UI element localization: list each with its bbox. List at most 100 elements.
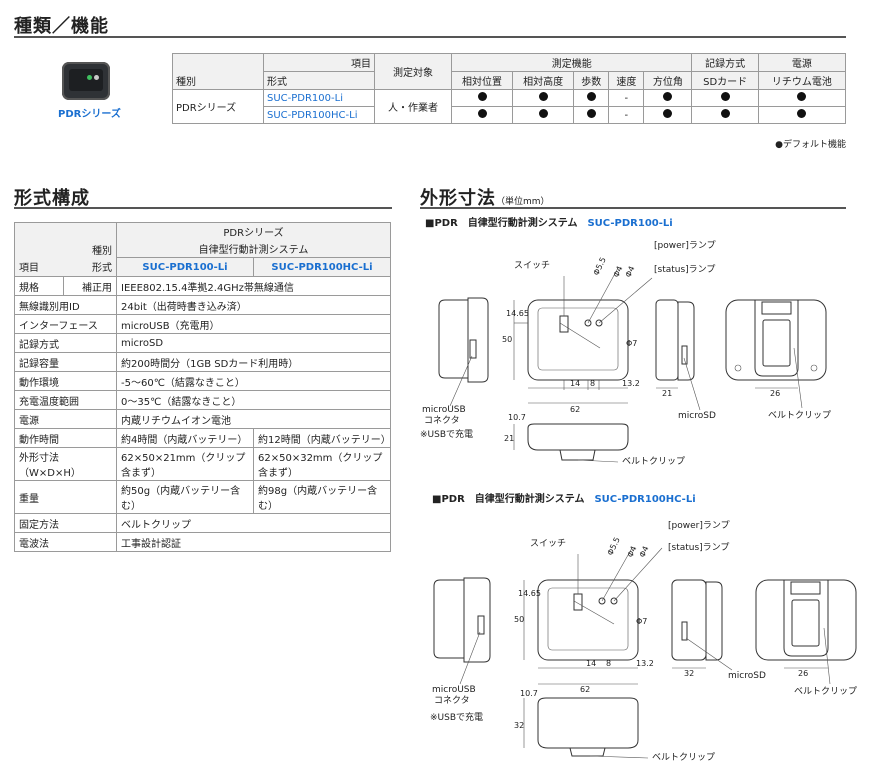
- svg-text:32: 32: [684, 669, 694, 678]
- default-dot-icon: [477, 92, 487, 101]
- row-value: 約200時間分（1GB SDカード利用時）: [116, 352, 391, 372]
- svg-text:ベルトクリップ: ベルトクリップ: [768, 410, 831, 421]
- mark-cell: [573, 106, 610, 124]
- th2-model2: SUC-PDR100HC-Li: [253, 257, 391, 277]
- svg-text:Φ4: Φ4: [612, 265, 625, 279]
- row-value: microUSB（充電用）: [116, 314, 391, 334]
- default-dot-icon: [538, 109, 548, 118]
- row-label: 外形寸法（W×D×H）: [14, 447, 117, 481]
- model-cell: SUC-PDR100HC-Li: [263, 106, 375, 124]
- svg-text:Φ5.5: Φ5.5: [592, 256, 608, 277]
- switch-label: スイッチ: [514, 260, 550, 271]
- row-label: 規格: [14, 276, 64, 296]
- svg-text:Φ7: Φ7: [636, 617, 647, 626]
- row-value: 内蔵リチウムイオン電池: [116, 409, 391, 429]
- row-value: 24bit（出荷時書き込み済）: [116, 295, 391, 315]
- bottom-view: [513, 423, 629, 461]
- power-lamp-label: [power]ランプ: [654, 240, 716, 251]
- drawing1-heading: ■PDR 自律型行動計測システム SUC-PDR100-Li: [425, 218, 673, 229]
- svg-text:Φ7: Φ7: [626, 339, 637, 348]
- default-dot-icon: [663, 92, 673, 101]
- th2-model: 形式: [63, 257, 117, 277]
- svg-text:14.65: 14.65: [506, 309, 529, 318]
- svg-text:コネクタ: コネクタ: [434, 695, 470, 706]
- th-record: 記録方式: [691, 53, 759, 72]
- th-type: 種別: [172, 71, 264, 90]
- table-row: 規格 補正用 IEEE802.15.4準拠2.4GHz帯無線通信: [14, 276, 391, 296]
- th2-series: PDRシリーズ: [116, 222, 391, 240]
- back-view: [755, 579, 857, 669]
- row-value: 0～35℃（結露なきこと）: [116, 390, 391, 410]
- row-label: 電波法: [14, 532, 117, 552]
- default-note: ●デフォルト機能: [775, 140, 846, 150]
- mark-cell: [757, 106, 847, 124]
- svg-text:Φ5.5: Φ5.5: [606, 536, 622, 557]
- default-dot-icon: [720, 92, 730, 101]
- th2-type: 種別: [14, 222, 117, 258]
- th-model: 形式: [263, 71, 375, 90]
- svg-text:ベルトクリップ: ベルトクリップ: [652, 752, 715, 763]
- drawing1-svg: [power]ランプ [status]ランプ スイッチ Φ5.5 Φ4 Φ4 Φ…: [420, 240, 831, 467]
- default-dot-icon: [538, 92, 548, 101]
- mark-cell: [512, 106, 575, 124]
- row-value: 約4時間（内蔵バッテリー）: [116, 428, 254, 448]
- th-func-col: 速度: [608, 71, 645, 90]
- svg-text:microSD: microSD: [728, 671, 766, 681]
- svg-text:14: 14: [586, 659, 596, 668]
- section-title-types: 種類／機能: [14, 16, 109, 37]
- row-label: 記録容量: [14, 352, 117, 372]
- row-value: microSD: [116, 333, 391, 353]
- svg-text:スイッチ: スイッチ: [530, 538, 566, 549]
- model-cell: SUC-PDR100-Li: [263, 89, 375, 107]
- th-target: 測定対象: [374, 53, 452, 90]
- function-table: 項目 測定対象 測定機能 記録方式 電源 種別 形式 相対位置 相対高度 歩数 …: [172, 53, 847, 124]
- svg-text:ベルトクリップ: ベルトクリップ: [794, 686, 857, 697]
- svg-text:50: 50: [514, 615, 524, 624]
- th-func-col: 歩数: [573, 71, 610, 90]
- svg-text:62: 62: [570, 405, 580, 414]
- row-sublabel: 補正用: [62, 276, 117, 296]
- row-label: インターフェース: [14, 314, 117, 334]
- default-dot-icon: [586, 92, 596, 101]
- th2-model1: SUC-PDR100-Li: [116, 257, 254, 277]
- status-lamp-label: [status]ランプ: [654, 264, 715, 275]
- table-row: 記録方式 microSD: [14, 333, 391, 353]
- svg-text:microUSB: microUSB: [432, 685, 476, 695]
- svg-text:32: 32: [514, 721, 524, 730]
- table-row: SUC-PDR100HC-Li -: [173, 106, 847, 124]
- device-photo: [62, 62, 110, 100]
- svg-text:ベルトクリップ: ベルトクリップ: [622, 456, 685, 467]
- default-dot-icon: [797, 109, 807, 118]
- row-label: 無線識別用ID: [14, 295, 117, 315]
- row-label: 充電温度範囲: [14, 390, 117, 410]
- svg-text:10.7: 10.7: [508, 413, 526, 422]
- th-func-col: 方位角: [643, 71, 693, 90]
- side-view-right: [671, 579, 723, 669]
- svg-text:Φ4: Φ4: [626, 545, 639, 559]
- row-label: 動作時間: [14, 428, 117, 448]
- table-row: 充電温度範囲 0～35℃（結露なきこと）: [14, 390, 391, 410]
- default-dot-icon: [586, 109, 596, 118]
- target-cell: 人・作業者: [374, 89, 452, 124]
- mark-cell: [691, 89, 759, 107]
- section-rule: [420, 207, 846, 209]
- svg-text:21: 21: [662, 389, 672, 398]
- row-label: 電源: [14, 409, 117, 429]
- table-row: 動作時間 約4時間（内蔵バッテリー） 約12時間（内蔵バッテリー）: [14, 428, 391, 448]
- row-value: 62×50×32mm（クリップ含まず）: [253, 447, 391, 481]
- th-func-col: 相対高度: [512, 71, 575, 90]
- th-func-col: 相対位置: [450, 71, 514, 90]
- table-row: 外形寸法（W×D×H） 62×50×21mm（クリップ含まず） 62×50×32mm…: [14, 447, 391, 481]
- bottom-view: [523, 697, 639, 757]
- device-caption: PDRシリーズ: [58, 109, 121, 120]
- row-label: 重量: [14, 480, 117, 514]
- side-view-left: [438, 297, 489, 383]
- table-row: PDRシリーズ SUC-PDR100-Li 人・作業者 -: [172, 89, 847, 124]
- row-value: ベルトクリップ: [116, 513, 391, 533]
- svg-text:14.65: 14.65: [518, 589, 541, 598]
- mark-cell: [512, 89, 575, 107]
- side-view-right: [655, 299, 695, 389]
- svg-text:13.2: 13.2: [636, 659, 654, 668]
- mark-cell: [573, 89, 610, 107]
- svg-text:コネクタ: コネクタ: [424, 415, 460, 426]
